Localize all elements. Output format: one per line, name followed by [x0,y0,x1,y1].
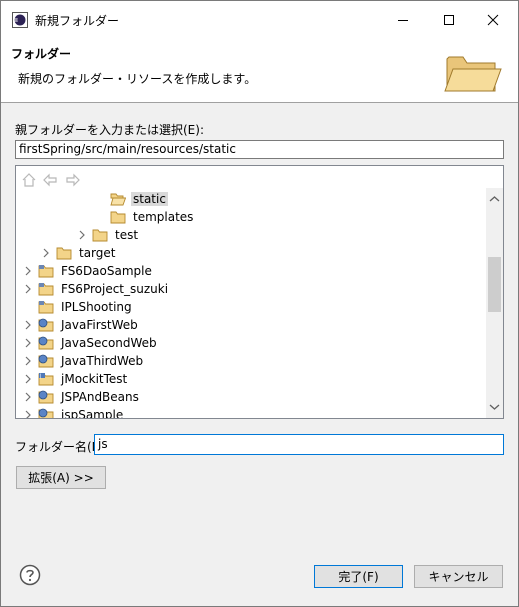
chevron-right-icon[interactable] [22,283,34,295]
tree-item-label: test [115,228,139,242]
tree-item[interactable]: JjMockitTest [22,370,129,388]
project-icon [38,282,54,296]
chevron-right-icon[interactable] [22,373,34,385]
eclipse-app-icon [12,12,28,28]
tree-item-label: jspSample [61,408,124,419]
tree-item[interactable]: templates [94,208,195,226]
java-project-icon: J [38,372,54,386]
tree-item[interactable]: JSPAndBeans [22,388,141,406]
folder-tree[interactable]: static templates test target FS6DaoSample FS6… [15,165,504,419]
tree-item-label: JSPAndBeans [61,390,139,404]
tree-item[interactable]: jspSample [22,406,125,419]
title-bar[interactable]: 新規フォルダー [1,1,518,38]
project-icon [38,264,54,278]
minimize-button[interactable] [380,1,426,38]
tree-item-label: JavaSecondWeb [61,336,157,350]
back-arrow-icon[interactable] [42,172,58,188]
banner-description: 新規のフォルダー・リソースを作成します。 [18,72,257,86]
finish-button[interactable]: 完了(F) [314,565,403,588]
tree-item-label: target [79,246,116,260]
folder-icon [92,228,108,242]
tree-item-label: IPLShooting [61,300,132,314]
tree-item[interactable]: JavaThirdWeb [22,352,145,370]
tree-item[interactable]: test [76,226,140,244]
tree-item[interactable]: FS6DaoSample [22,262,154,280]
help-icon[interactable] [19,564,41,586]
tree-item[interactable]: FS6Project_suzuki [22,280,170,298]
chevron-right-icon[interactable] [22,319,34,331]
scrollbar-thumb[interactable] [488,257,501,312]
svg-text:J: J [39,374,41,380]
chevron-right-icon[interactable] [22,337,34,349]
folder-name-input[interactable]: js [94,434,504,455]
web-project-icon [38,354,54,368]
chevron-right-icon[interactable] [22,391,34,403]
web-project-icon [38,390,54,404]
parent-folder-input[interactable]: firstSpring/src/main/resources/static [15,140,504,159]
chevron-right-icon[interactable] [22,265,34,277]
maximize-icon [444,14,454,25]
tree-item-label: FS6Project_suzuki [61,282,169,296]
cancel-button[interactable]: キャンセル [414,565,503,588]
web-project-icon [38,408,54,418]
tree-item-label: FS6DaoSample [61,264,152,278]
tree-item-label: static [131,192,168,206]
project-icon [38,300,54,314]
new-folder-dialog: 新規フォルダー フォルダー 新規のフォルダー・リソースを作成します。 親フォルダ… [0,0,519,607]
window-title: 新規フォルダー [35,14,120,28]
chevron-right-icon[interactable] [40,247,52,259]
maximize-button[interactable] [426,1,472,38]
parent-folder-label: 親フォルダーを入力または選択(E): [15,123,204,137]
web-project-icon [38,336,54,350]
chevron-right-icon[interactable] [76,229,88,241]
dialog-banner: フォルダー 新規のフォルダー・リソースを作成します。 [1,38,518,103]
tree-item[interactable]: JavaSecondWeb [22,334,159,352]
folder-icon [110,210,126,224]
tree-item-label: templates [133,210,194,224]
folder-wizard-icon [444,56,502,92]
advanced-button[interactable]: 拡張(A) >> [16,466,106,489]
chevron-right-icon[interactable] [22,409,34,418]
tree-item-label: jMockitTest [61,372,128,386]
minimize-icon [398,19,408,21]
tree-scrollbar[interactable] [486,188,503,418]
banner-title: フォルダー [11,47,72,61]
folder-open-icon [110,192,127,206]
tree-item[interactable]: IPLShooting [22,298,134,316]
chevron-right-icon[interactable] [22,355,34,367]
scroll-down-icon[interactable] [489,401,500,412]
folder-icon [56,246,72,260]
tree-item[interactable]: target [40,244,118,262]
home-icon[interactable] [21,172,37,188]
forward-arrow-icon[interactable] [65,172,81,188]
close-icon [487,14,499,25]
scroll-up-icon[interactable] [489,194,500,205]
close-button[interactable] [470,1,516,38]
tree-item-label: JavaFirstWeb [61,318,138,332]
web-project-icon [38,318,54,332]
tree-item[interactable]: JavaFirstWeb [22,316,140,334]
tree-item[interactable]: static [94,190,168,208]
tree-item-label: JavaThirdWeb [61,354,144,368]
